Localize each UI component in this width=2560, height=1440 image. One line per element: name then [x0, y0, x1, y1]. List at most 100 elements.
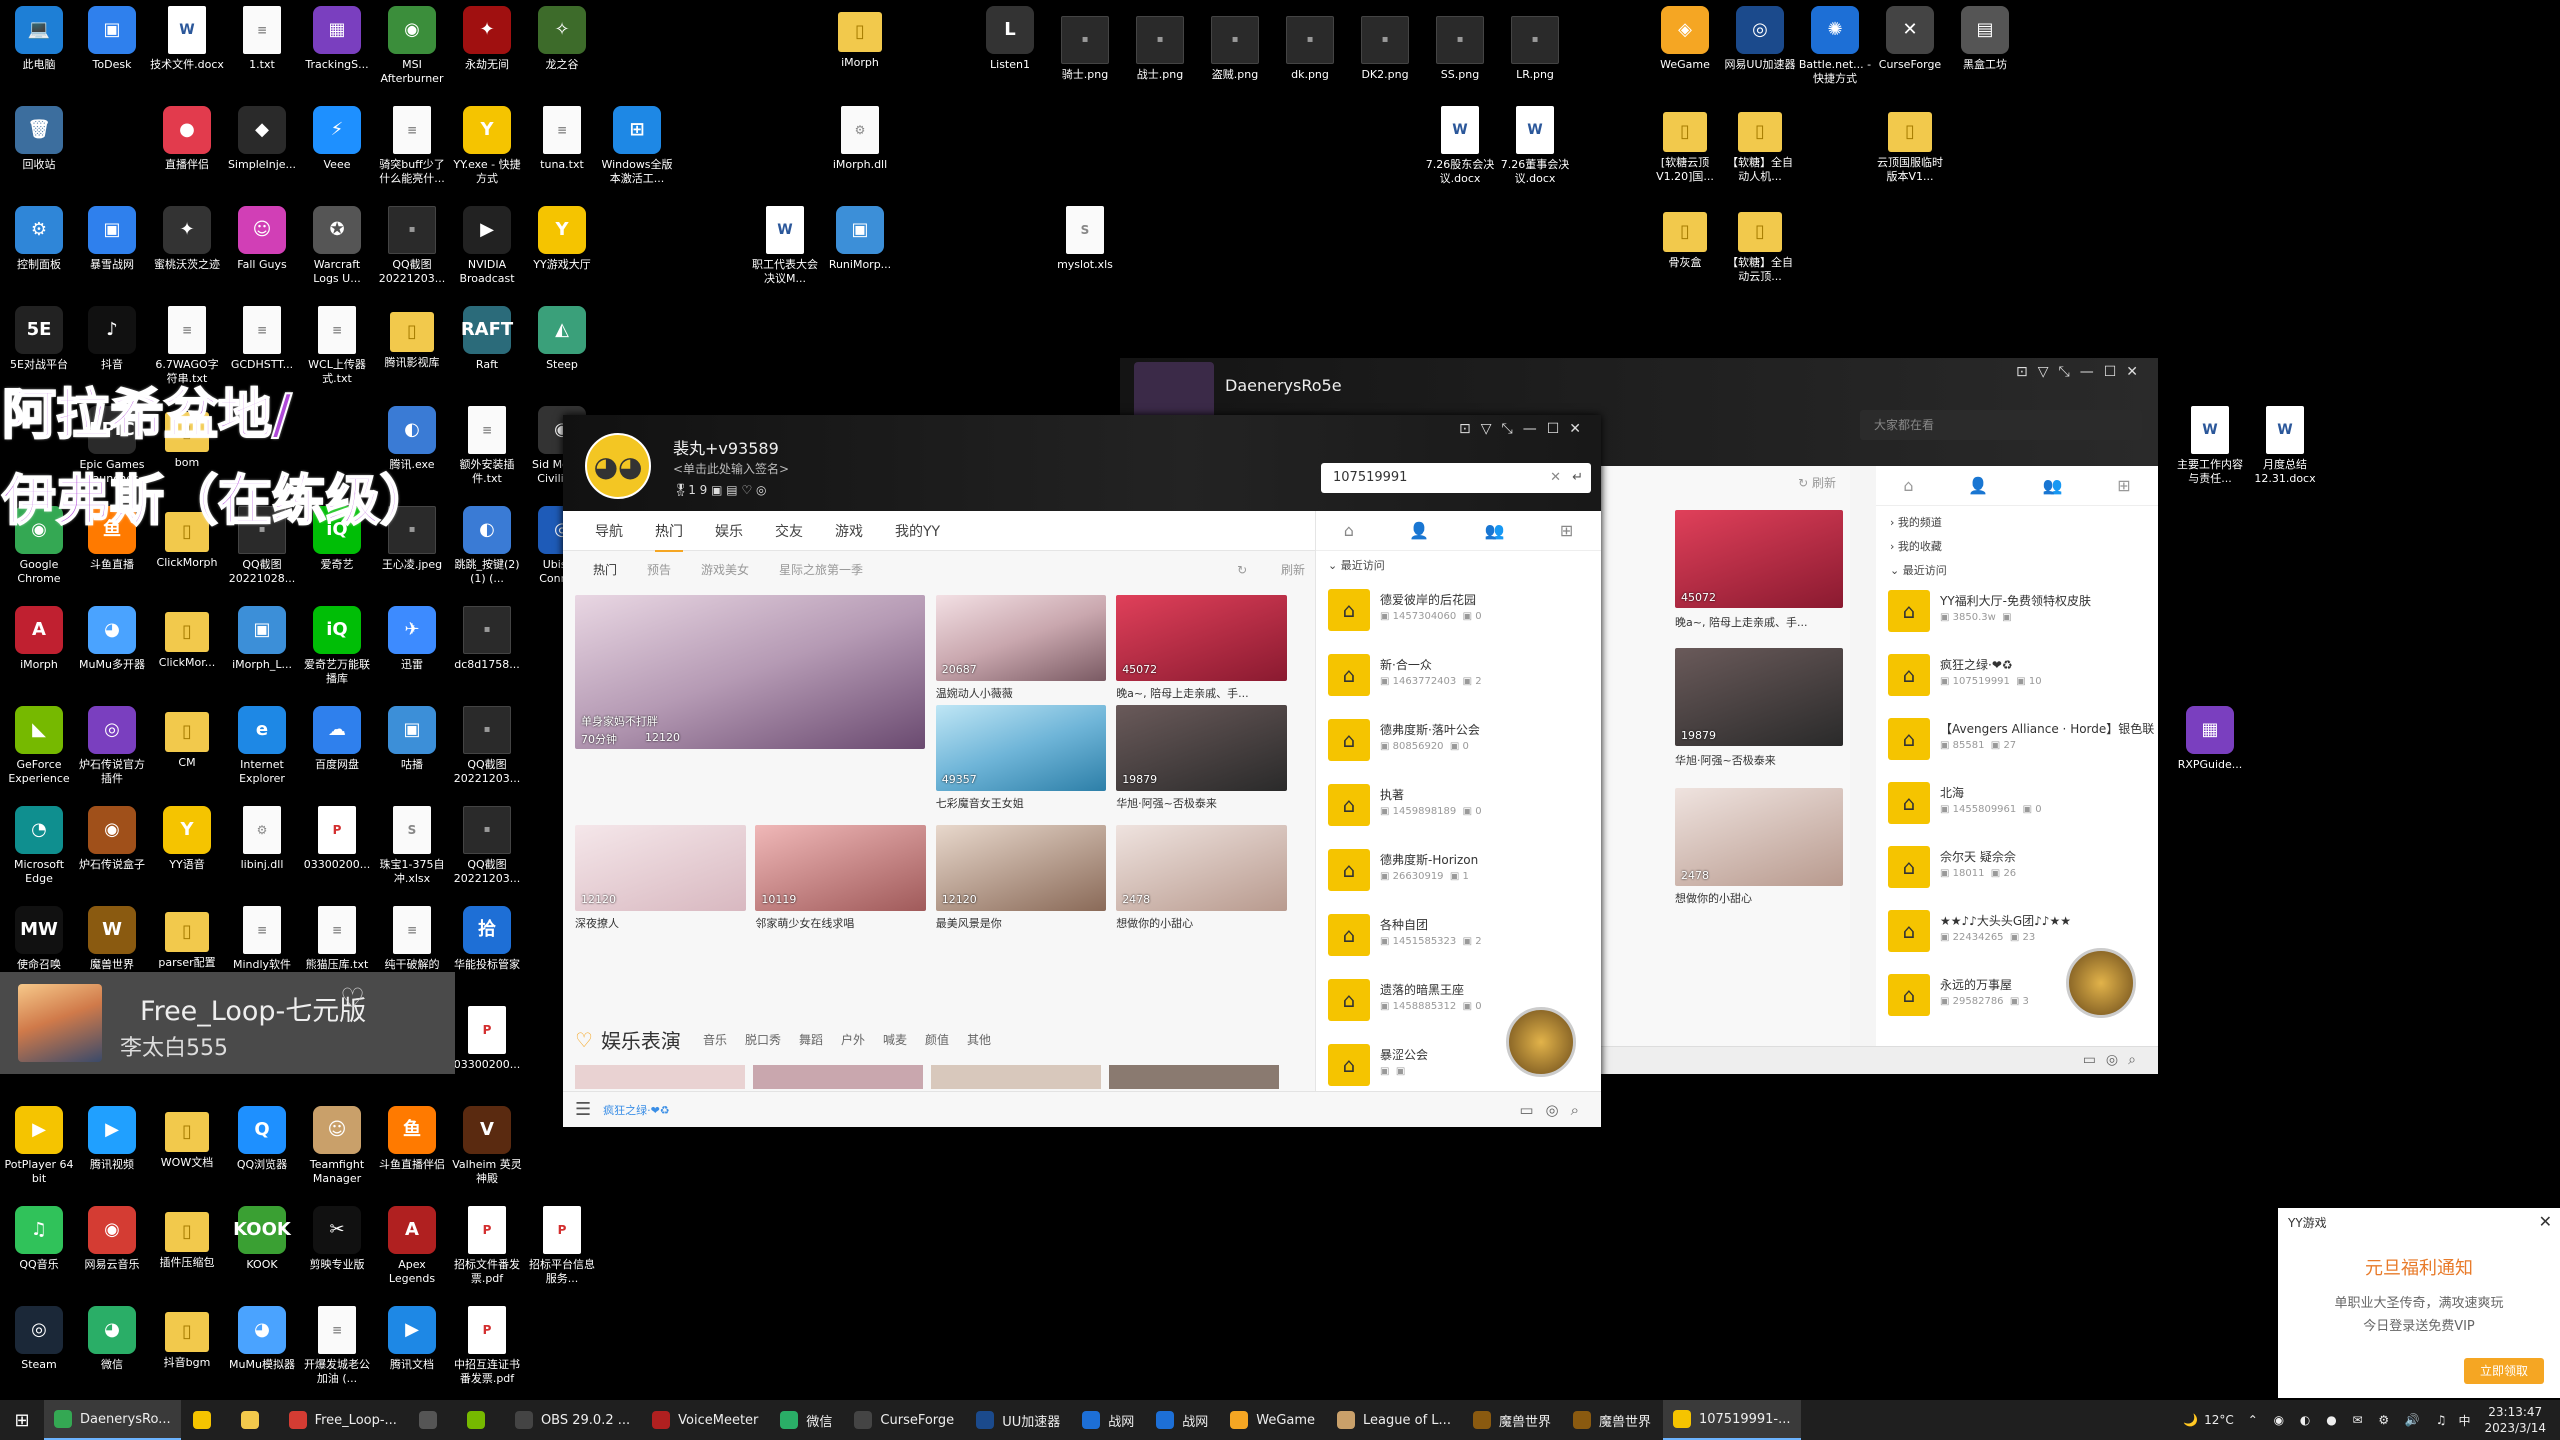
menu-favorites[interactable]: › 我的收藏 — [1876, 538, 2158, 562]
menu-icon[interactable]: ☰ — [575, 1099, 591, 1120]
desktop-icon[interactable]: ▣ iMorph_L... — [225, 606, 299, 672]
channel-row[interactable]: ⌂ 德弗度斯·落叶公会 ▣ 80856920 ▣ 0 — [1328, 715, 1588, 775]
taskbar-item[interactable]: VoiceMeeter — [642, 1400, 768, 1440]
desktop-icon[interactable]: ● 直播伴侣 — [150, 106, 224, 172]
desktop-icon[interactable]: ≡ 骑突buff少了什么能亮什... — [375, 106, 449, 186]
preview-tile[interactable] — [575, 1065, 745, 1089]
live-tile[interactable]: 12120 最美风景是你 — [935, 825, 1107, 933]
live-tile[interactable]: 45072 — [1675, 510, 1843, 608]
desktop-icon[interactable]: ▯ 插件压缩包 — [150, 1206, 224, 1270]
desktop-icon[interactable]: ☺ Fall Guys — [225, 206, 299, 272]
search-input[interactable]: 107519991 ✕ ↵ — [1321, 463, 1591, 493]
desktop-icon[interactable]: ▪ dc8d1758... — [450, 606, 524, 672]
section-tag[interactable]: 舞蹈 — [799, 1033, 823, 1047]
desktop-icon[interactable]: ▦ RXPGuide... — [2173, 706, 2247, 772]
channel-row[interactable]: ⌂ YY福利大厅-免费领特权皮肤 ▣ 3850.3w ▣ — [1888, 586, 2148, 646]
desktop-icon[interactable]: ✪ Warcraft Logs U... — [300, 206, 374, 286]
desktop-icon[interactable]: ▤ 黑盒工坊 — [1948, 6, 2022, 72]
grid-icon[interactable]: ⊞ — [1560, 521, 1573, 540]
desktop-icon[interactable]: ▯ 抖音bgm — [150, 1306, 224, 1370]
section-tag[interactable]: 颜值 — [925, 1033, 949, 1047]
desktop-icon[interactable]: ▪ 盗贼.png — [1198, 16, 1272, 82]
home-icon[interactable]: ⌂ — [1903, 476, 1913, 495]
signature-input[interactable]: <单击此处输入签名> — [673, 460, 789, 477]
desktop-icon[interactable]: A Apex Legends — [375, 1206, 449, 1286]
desktop-icon[interactable]: ▯ 腾讯影视库 — [375, 306, 449, 370]
desktop-icon[interactable]: W 月度总结12.31.docx — [2248, 406, 2322, 486]
live-tile[interactable]: 12120 深夜撩人 — [575, 825, 746, 933]
ime-indicator[interactable]: 中 — [2458, 1412, 2470, 1429]
nav-tab[interactable]: 热门 — [655, 521, 683, 552]
music-widget[interactable]: Free_Loop-七元版 李太白555 ♡ — [0, 972, 455, 1074]
nav-tab[interactable]: 娱乐 — [715, 521, 743, 541]
desktop-icon[interactable]: ⚙ 控制面板 — [2, 206, 76, 272]
weather-icon[interactable]: 🌙 — [2183, 1413, 2198, 1427]
panel-tabs[interactable]: ⌂ 👤 👥 ⊞ — [1876, 466, 2158, 506]
yy2-search-input[interactable]: 大家都在看 — [1860, 410, 2142, 440]
sub-tab[interactable]: 星际之旅第一季 — [779, 561, 863, 578]
taskbar-item[interactable] — [231, 1400, 277, 1440]
live-tile[interactable]: 19879 华旭·阿强~否极泰来 — [1116, 705, 1287, 813]
desktop-icon[interactable]: ▪ 骑士.png — [1048, 16, 1122, 82]
desktop-icon[interactable]: AiMorph — [2, 606, 76, 672]
recent-label[interactable]: ⌄ 最近访问 — [1316, 551, 1601, 579]
live-tile[interactable]: 10119 邻家萌少女在线求唱 — [755, 825, 926, 933]
desktop-icon[interactable]: ≡ tuna.txt — [525, 106, 599, 172]
desktop-icon[interactable]: ▪ DK2.png — [1348, 16, 1422, 82]
sub-tab[interactable]: 预告 — [647, 561, 671, 578]
section-tag[interactable]: 音乐 — [703, 1033, 727, 1047]
avatar[interactable] — [1134, 362, 1214, 422]
taskbar-item[interactable] — [183, 1400, 229, 1440]
desktop-icon[interactable]: ◉ 炉石传说盒子 — [75, 806, 149, 872]
taskbar-item[interactable] — [409, 1400, 455, 1440]
taskbar-item[interactable]: UU加速器 — [966, 1400, 1070, 1440]
desktop-icon[interactable]: ▪ LR.png — [1498, 16, 1572, 82]
desktop-icon[interactable]: ▣ 咕播 — [375, 706, 449, 772]
desktop-icon[interactable]: ⚙ iMorph.dll — [823, 106, 897, 172]
channel-row[interactable]: ⌂ 佘尔天 疑佘佘 ▣ 18011 ▣ 26 — [1888, 842, 2148, 902]
sub-tab[interactable]: 热门 — [593, 561, 617, 578]
desktop-icon[interactable]: ≡ GCDHSTT... — [225, 306, 299, 372]
desktop-icon[interactable]: W 技术文件.docx — [150, 6, 224, 72]
desktop-icon[interactable]: iQ 爱奇艺万能联播库 — [300, 606, 374, 686]
desktop-icon[interactable]: ⊞ Windows全版本激活工... — [600, 106, 674, 186]
taskbar-item[interactable]: CurseForge — [844, 1400, 964, 1440]
close-icon[interactable]: ✕ — [2539, 1212, 2552, 1231]
desktop-icon[interactable]: ▪ dk.png — [1273, 16, 1347, 82]
nav-tab[interactable]: 导航 — [595, 521, 623, 541]
sub-tab[interactable]: 游戏美女 — [701, 561, 749, 578]
taskbar-item[interactable]: League of L... — [1327, 1400, 1461, 1440]
desktop-icon[interactable]: 鱼斗鱼直播伴侣 — [375, 1106, 449, 1172]
live-tile[interactable]: 2478 — [1675, 788, 1843, 886]
channel-row[interactable]: ⌂ 德爱彼岸的后花园 ▣ 1457304060 ▣ 0 — [1328, 585, 1588, 645]
desktop-icon[interactable]: ◈ WeGame — [1648, 6, 1722, 72]
grid-icon[interactable]: ⊞ — [2117, 476, 2130, 495]
channel-row[interactable]: ⌂ 疯狂之绿·❤♻ ▣ 107519991 ▣ 10 — [1888, 650, 2148, 710]
desktop-icon[interactable]: V Valheim 英灵神殿 — [450, 1106, 524, 1186]
menu-recent[interactable]: ⌄ 最近访问 — [1876, 562, 2158, 586]
desktop-icon[interactable]: RAFT Raft — [450, 306, 524, 372]
desktop-icon[interactable]: ◕ MuMu多开器 — [75, 606, 149, 672]
desktop-icon[interactable]: P 中招互连证书番发票.pdf — [450, 1306, 524, 1386]
live-tile[interactable]: 2478 想做你的小甜心 — [1116, 825, 1287, 933]
desktop-icon[interactable]: ▯ 骨灰盒 — [1648, 206, 1722, 270]
channel-row[interactable]: ⌂ 执著 ▣ 1459898189 ▣ 0 — [1328, 780, 1588, 840]
desktop-icon[interactable]: ▪ QQ截图20221203... — [450, 806, 524, 886]
channel-row[interactable]: ⌂ 北海 ▣ 1455809961 ▣ 0 — [1888, 778, 2148, 838]
desktop-icon[interactable]: ▣ RuniMorp... — [823, 206, 897, 272]
preview-tile[interactable] — [753, 1065, 923, 1089]
desktop-icon[interactable]: ✺ Battle.net... - 快捷方式 — [1798, 6, 1872, 86]
section-tag[interactable]: 脱口秀 — [745, 1033, 781, 1047]
yy-window-main[interactable]: ◕◕ 裴丸+v93589 <单击此处输入签名> 🎖1 9 ▣ ▤ ♡ ◎ ⊡▽⤡… — [563, 415, 1601, 1127]
desktop-icon[interactable]: ◎ Steam — [2, 1306, 76, 1372]
nav-tab[interactable]: 我的YY — [895, 521, 940, 541]
rank-badge-icon[interactable] — [1506, 1007, 1576, 1077]
desktop-icon[interactable]: W 主要工作内容与责任... — [2173, 406, 2247, 486]
refresh-button[interactable]: ↻ 刷新 — [1237, 561, 1305, 578]
desktop-icon[interactable]: ⚡ Veee — [300, 106, 374, 172]
desktop-icon[interactable]: ≡ 开爆发城老公加油 (... — [300, 1306, 374, 1386]
desktop-icon[interactable]: P 招标文件番发票.pdf — [450, 1206, 524, 1286]
section-tag[interactable]: 其他 — [967, 1033, 991, 1047]
weather-temp[interactable]: 12°C — [2204, 1413, 2234, 1427]
desktop-icon[interactable]: ✈ 迅雷 — [375, 606, 449, 672]
